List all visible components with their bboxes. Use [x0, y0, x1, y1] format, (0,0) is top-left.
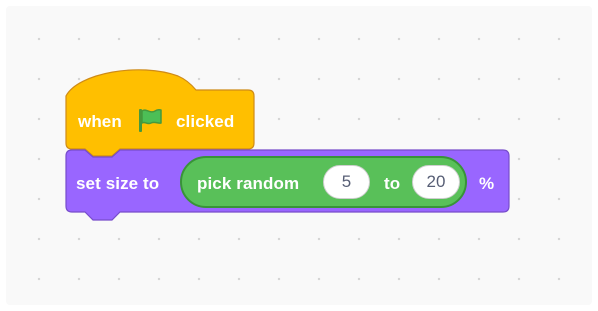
screenshot-frame: when clicked set size to pick random 5 t…: [0, 0, 598, 311]
set-size-to-label: set size to: [76, 174, 160, 193]
when-label: when: [78, 112, 122, 131]
clicked-label: clicked: [176, 112, 235, 131]
random-from-input[interactable]: 5: [323, 165, 370, 199]
green-flag-icon: [139, 109, 162, 132]
to-label: to: [384, 174, 401, 193]
percent-label: %: [479, 174, 495, 193]
random-to-input[interactable]: 20: [412, 165, 460, 199]
pick-random-label: pick random: [197, 174, 300, 193]
